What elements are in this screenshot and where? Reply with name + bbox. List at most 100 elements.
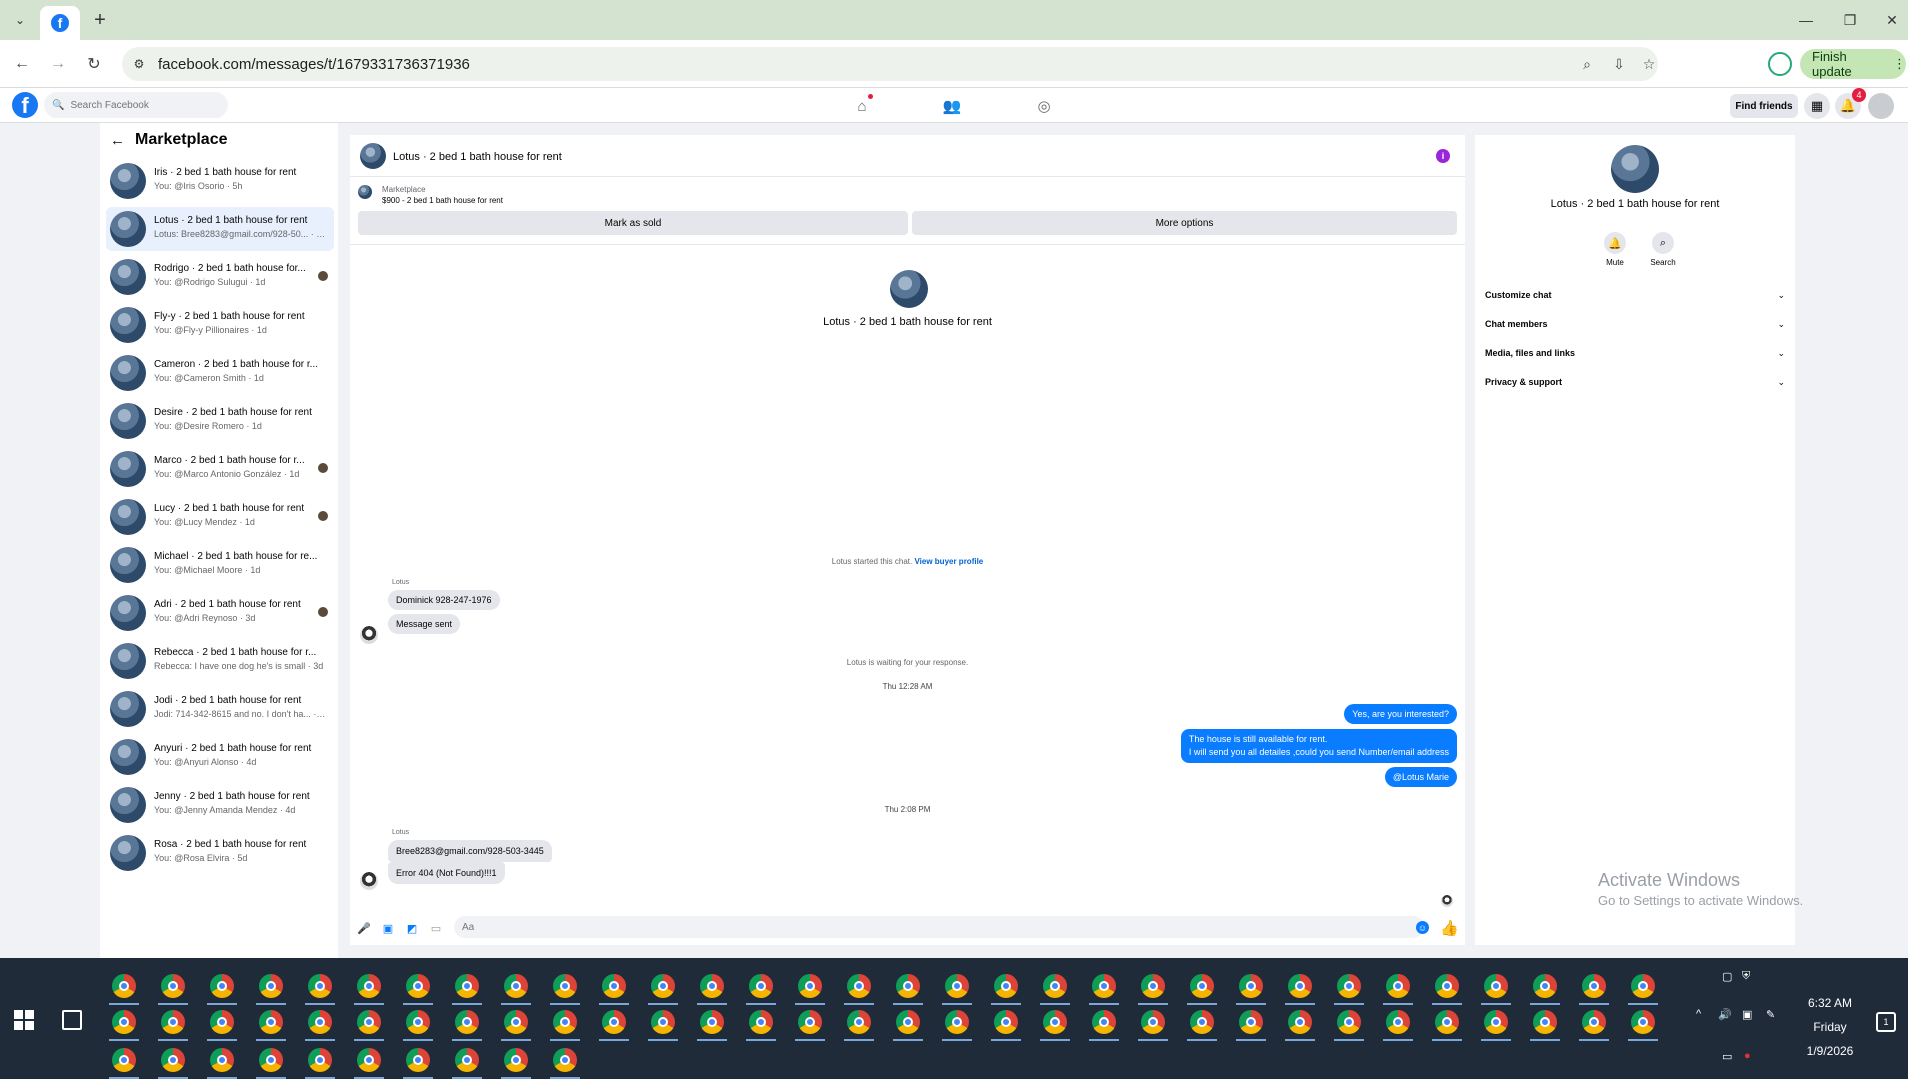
mute-button[interactable]: 🔔 Mute	[1595, 232, 1635, 267]
chrome-window-icon[interactable]	[1582, 1010, 1606, 1034]
install-app-icon[interactable]: ⇩	[1608, 54, 1630, 74]
chrome-window-icon[interactable]	[455, 1048, 479, 1072]
chrome-window-icon[interactable]	[847, 974, 871, 998]
chrome-window-icon[interactable]	[210, 1010, 234, 1034]
bookmark-star-icon[interactable]: ☆	[1638, 54, 1660, 74]
windows-start-icon[interactable]	[14, 1010, 34, 1030]
chrome-window-icon[interactable]	[1386, 974, 1410, 998]
chrome-window-icon[interactable]	[1288, 1010, 1312, 1034]
chrome-window-icon[interactable]	[945, 1010, 969, 1034]
url-text[interactable]: facebook.com/messages/t/1679331736371936	[158, 56, 470, 73]
chrome-window-icon[interactable]	[651, 1010, 675, 1034]
incoming-message[interactable]: Message sent	[388, 614, 461, 634]
outgoing-message[interactable]: @Lotus Marie	[1384, 767, 1457, 787]
info-icon[interactable]: i	[1436, 149, 1450, 163]
zoom-icon[interactable]: ⌕	[1576, 54, 1598, 74]
chrome-window-icon[interactable]	[406, 1048, 430, 1072]
incoming-message[interactable]: Error 404 (Not Found)!!!1	[388, 862, 505, 884]
chat-title[interactable]: Lotus · 2 bed 1 bath house for rent	[393, 151, 562, 163]
outgoing-message[interactable]: The house is still available for rent. I…	[1180, 729, 1457, 763]
tray-overflow-icon[interactable]: ^	[1696, 1008, 1701, 1020]
back-arrow-icon[interactable]: ←	[110, 132, 125, 149]
more-options-button[interactable]: More options	[912, 211, 1457, 235]
chrome-window-icon[interactable]	[259, 1048, 283, 1072]
security-icon[interactable]: ⛨	[1742, 970, 1750, 983]
chrome-window-icon[interactable]	[749, 1010, 773, 1034]
chrome-window-icon[interactable]	[308, 1048, 332, 1072]
search-conversation-button[interactable]: ⌕ Search	[1643, 232, 1683, 267]
incoming-message[interactable]: Dominick 928-247-1976	[388, 590, 500, 610]
chrome-window-icon[interactable]	[112, 1048, 136, 1072]
chrome-window-icon[interactable]	[1631, 974, 1655, 998]
chrome-window-icon[interactable]	[1239, 1010, 1263, 1034]
facebook-logo-icon[interactable]: f	[12, 92, 38, 118]
conversation-item[interactable]: Rodrigo · 2 bed 1 bath house for... You: …	[106, 255, 334, 299]
chrome-window-icon[interactable]	[553, 974, 577, 998]
conversation-item[interactable]: Desire · 2 bed 1 bath house for rent You:…	[106, 399, 334, 443]
chrome-window-icon[interactable]	[1435, 974, 1459, 998]
microphone-icon[interactable]: 🎤	[356, 921, 372, 935]
volume-icon[interactable]: 🔊	[1718, 1008, 1732, 1021]
conversation-item[interactable]: Cameron · 2 bed 1 bath house for r... You…	[106, 351, 334, 395]
chrome-window-icon[interactable]	[1533, 1010, 1557, 1034]
outgoing-message[interactable]: Yes, are you interested?	[1344, 704, 1457, 724]
chrome-window-icon[interactable]	[210, 1048, 234, 1072]
chrome-window-icon[interactable]	[406, 974, 430, 998]
chrome-window-icon[interactable]	[1582, 974, 1606, 998]
chrome-window-icon[interactable]	[1092, 1010, 1116, 1034]
new-tab-button[interactable]: +	[88, 8, 112, 32]
chrome-window-icon[interactable]	[1386, 1010, 1410, 1034]
notification-center-icon[interactable]: 1	[1876, 1012, 1896, 1032]
chrome-window-icon[interactable]	[1190, 1010, 1214, 1034]
home-icon[interactable]: ⌂	[850, 96, 874, 116]
chrome-window-icon[interactable]	[112, 974, 136, 998]
chrome-window-icon[interactable]	[308, 1010, 332, 1034]
chrome-window-icon[interactable]	[357, 974, 381, 998]
conversation-item[interactable]: Iris · 2 bed 1 bath house for rent You: @…	[106, 159, 334, 203]
search-input[interactable]	[70, 99, 221, 111]
chrome-window-icon[interactable]	[1141, 1010, 1165, 1034]
chrome-window-icon[interactable]	[455, 1010, 479, 1034]
chrome-window-icon[interactable]	[455, 974, 479, 998]
reload-icon[interactable]: ↻	[82, 52, 106, 76]
chrome-window-icon[interactable]	[161, 1010, 185, 1034]
profile-icon[interactable]	[1768, 52, 1792, 76]
tab-search-dropdown-icon[interactable]: ⌄	[8, 10, 32, 30]
chrome-window-icon[interactable]	[210, 974, 234, 998]
conversation-item[interactable]: Jenny · 2 bed 1 bath house for rent You: …	[106, 783, 334, 827]
conversation-item[interactable]: Jodi · 2 bed 1 bath house for rent Jodi: …	[106, 687, 334, 731]
clock-time[interactable]: 6:32 AM	[1780, 996, 1880, 1010]
conversation-item[interactable]: Fly-y · 2 bed 1 bath house for rent You: …	[106, 303, 334, 347]
menu-grid-icon[interactable]: ▦	[1804, 93, 1830, 119]
customize-chat-section[interactable]: Customize chat ⌄	[1485, 285, 1785, 305]
incoming-message[interactable]: Bree8283@gmail.com/928-503-3445	[388, 840, 552, 862]
chrome-window-icon[interactable]	[1239, 974, 1263, 998]
chrome-window-icon[interactable]	[1288, 974, 1312, 998]
photo-icon[interactable]: ▣	[380, 921, 396, 935]
site-info-icon[interactable]: ⚙	[130, 55, 148, 73]
chrome-window-icon[interactable]	[1337, 1010, 1361, 1034]
chat-members-section[interactable]: Chat members ⌄	[1485, 314, 1785, 334]
chrome-window-icon[interactable]	[161, 1048, 185, 1072]
friends-icon[interactable]: 👥	[940, 96, 964, 116]
privacy-support-section[interactable]: Privacy & support ⌄	[1485, 372, 1785, 392]
chrome-window-icon[interactable]	[651, 974, 675, 998]
network-icon[interactable]: ▣	[1742, 1008, 1752, 1021]
chrome-window-icon[interactable]	[259, 974, 283, 998]
conversation-item[interactable]: Rebecca · 2 bed 1 bath house for r... Reb…	[106, 639, 334, 683]
chrome-window-icon[interactable]	[504, 974, 528, 998]
chrome-window-icon[interactable]	[1043, 974, 1067, 998]
sticker-icon[interactable]: ◩	[404, 921, 420, 935]
chrome-window-icon[interactable]	[1435, 1010, 1459, 1034]
chrome-window-icon[interactable]	[1043, 1010, 1067, 1034]
emoji-icon[interactable]: ☺	[1416, 921, 1429, 934]
view-buyer-profile-link[interactable]: View buyer profile	[914, 557, 983, 566]
chrome-window-icon[interactable]	[798, 1010, 822, 1034]
chrome-window-icon[interactable]	[1484, 974, 1508, 998]
chrome-window-icon[interactable]	[357, 1048, 381, 1072]
chrome-window-icon[interactable]	[1190, 974, 1214, 998]
chrome-window-icon[interactable]	[700, 974, 724, 998]
conversation-item[interactable]: Anyuri · 2 bed 1 bath house for rent You:…	[106, 735, 334, 779]
chrome-window-icon[interactable]	[406, 1010, 430, 1034]
chrome-window-icon[interactable]	[994, 1010, 1018, 1034]
